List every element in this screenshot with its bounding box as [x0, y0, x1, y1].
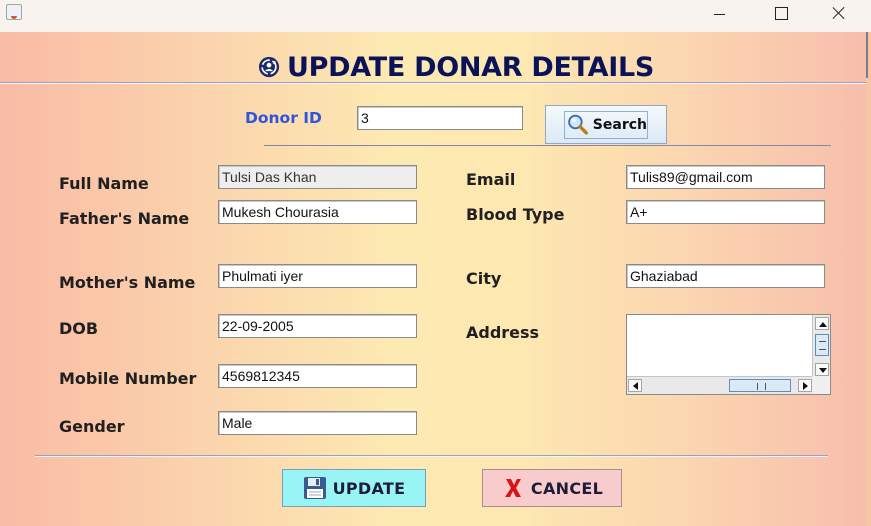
window-edge — [866, 32, 871, 526]
dob-label: DOB — [59, 319, 99, 338]
update-button[interactable]: UPDATE — [282, 469, 426, 507]
fathers-name-label: Father's Name — [59, 209, 190, 228]
donor-id-input[interactable]: 3 — [357, 106, 523, 130]
city-field[interactable]: Ghaziabad — [626, 264, 825, 288]
scroll-up-arrow-icon[interactable] — [815, 317, 829, 330]
address-vertical-scrollbar[interactable] — [812, 315, 830, 378]
page-heading: UPDATE DONAR DETAILS — [258, 50, 654, 84]
address-textarea[interactable] — [626, 314, 831, 395]
blood-type-label: Blood Type — [466, 205, 565, 224]
gender-label: Gender — [59, 417, 125, 436]
dob-field[interactable]: 22-09-2005 — [218, 314, 417, 338]
scroll-left-arrow-icon[interactable] — [628, 379, 642, 392]
blood-type-field[interactable]: A+ — [626, 200, 825, 224]
vertical-scroll-thumb[interactable] — [815, 334, 829, 356]
close-button[interactable] — [816, 0, 862, 30]
full-name-field: Tulsi Das Khan — [218, 165, 417, 189]
mothers-name-label: Mother's Name — [59, 273, 196, 292]
red-x-icon — [504, 479, 521, 497]
scroll-right-arrow-icon[interactable] — [798, 379, 812, 392]
email-label: Email — [466, 170, 516, 189]
minimize-button[interactable] — [697, 0, 743, 30]
refresh-user-icon — [258, 56, 280, 78]
address-horizontal-scrollbar[interactable] — [627, 376, 813, 394]
gender-field[interactable]: Male — [218, 411, 417, 435]
title-divider — [0, 82, 866, 84]
update-button-label: UPDATE — [332, 478, 406, 498]
horizontal-scroll-thumb[interactable] — [729, 379, 791, 392]
search-divider — [264, 145, 831, 146]
maximize-button[interactable] — [757, 0, 803, 30]
search-button-focus: Search — [564, 110, 648, 139]
cancel-button[interactable]: CANCEL — [482, 469, 622, 507]
address-label: Address — [466, 323, 540, 342]
cancel-button-label: CANCEL — [530, 478, 604, 498]
search-button-label: Search — [592, 116, 647, 133]
fathers-name-field[interactable]: Mukesh Chourasia — [218, 200, 417, 224]
full-name-label: Full Name — [59, 174, 149, 193]
actions-divider — [35, 455, 828, 457]
donor-id-label: Donor ID — [245, 109, 322, 127]
java-app-icon — [6, 4, 22, 20]
window-titlebar[interactable] — [0, 0, 871, 32]
mothers-name-field[interactable]: Phulmati iyer — [218, 264, 417, 288]
page-title: UPDATE DONAR DETAILS — [287, 51, 655, 83]
city-label: City — [466, 269, 502, 288]
search-button[interactable]: Search — [545, 105, 667, 144]
mobile-number-field[interactable]: 4569812345 — [218, 364, 417, 388]
email-field[interactable]: Tulis89@gmail.com — [626, 165, 825, 189]
magnifier-icon — [568, 114, 588, 135]
mobile-number-label: Mobile Number — [59, 369, 197, 388]
main-panel: UPDATE DONAR DETAILS Donor ID 3 Search F… — [0, 32, 866, 526]
scrollbar-corner — [812, 376, 830, 394]
scroll-down-arrow-icon[interactable] — [815, 363, 829, 376]
floppy-disk-icon — [303, 477, 326, 499]
